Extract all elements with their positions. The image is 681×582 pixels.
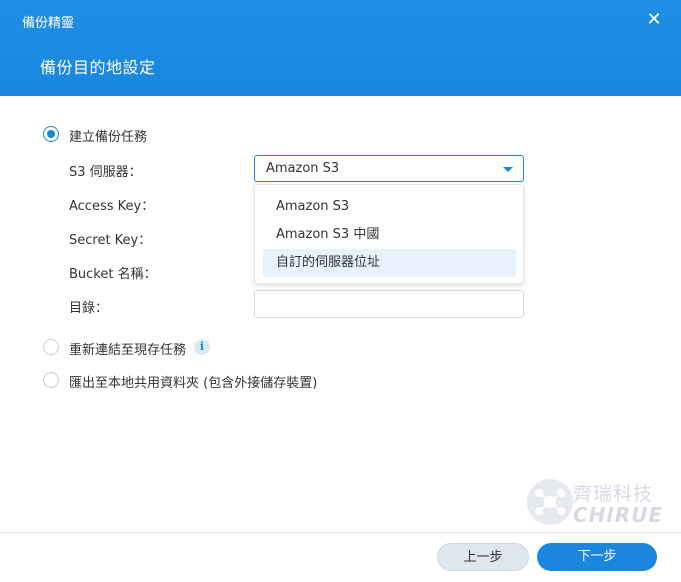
bucket-name-label: Bucket 名稱： bbox=[69, 267, 157, 282]
dropdown-option-amazon-s3-china[interactable]: Amazon S3 中國 bbox=[263, 221, 516, 249]
radio-relink-task[interactable] bbox=[43, 339, 59, 355]
directory-input[interactable] bbox=[254, 290, 524, 318]
info-icon[interactable]: i bbox=[194, 339, 210, 355]
app-title: 備份精靈 bbox=[22, 16, 75, 31]
radio-create-task[interactable] bbox=[43, 126, 59, 142]
s3-server-select[interactable]: Amazon S3 bbox=[254, 155, 524, 182]
footer-divider bbox=[0, 532, 681, 533]
access-key-label: Access Key： bbox=[69, 199, 155, 214]
dropdown-option-custom-server[interactable]: 自訂的伺服器位址 bbox=[263, 249, 516, 277]
s3-server-selected-value: Amazon S3 bbox=[266, 161, 340, 176]
close-icon[interactable]: ✕ bbox=[644, 10, 664, 30]
s3-server-label: S3 伺服器： bbox=[69, 165, 142, 180]
watermark-logo: 齊瑞科技 CHIRUE bbox=[527, 477, 662, 531]
chevron-down-icon bbox=[503, 167, 513, 172]
watermark-text-en: CHIRUE bbox=[573, 503, 664, 527]
next-button[interactable]: 下一步 bbox=[537, 543, 657, 571]
option-relink-task-label[interactable]: 重新連結至現存任務 bbox=[69, 339, 186, 358]
secret-key-label: Secret Key： bbox=[69, 233, 152, 248]
radio-export-local[interactable] bbox=[43, 372, 59, 388]
watermark-text-cn: 齊瑞科技 bbox=[573, 483, 654, 505]
dropdown-option-amazon-s3[interactable]: Amazon S3 bbox=[263, 193, 516, 221]
previous-button[interactable]: 上一步 bbox=[437, 543, 529, 571]
page-title: 備份目的地設定 bbox=[40, 58, 156, 77]
directory-label: 目錄： bbox=[69, 301, 109, 316]
option-export-local-label[interactable]: 匯出至本地共用資料夾 (包含外接儲存裝置) bbox=[69, 372, 317, 391]
watermark-logo-icon bbox=[527, 479, 573, 525]
backup-wizard-window: 備份精靈 ✕ 備份目的地設定 建立備份任務 S3 伺服器： Access Key… bbox=[0, 0, 681, 582]
s3-server-dropdown: Amazon S3 Amazon S3 中國 自訂的伺服器位址 bbox=[254, 184, 524, 284]
wizard-header: 備份精靈 ✕ 備份目的地設定 bbox=[0, 0, 681, 96]
option-create-task-label[interactable]: 建立備份任務 bbox=[69, 126, 147, 145]
